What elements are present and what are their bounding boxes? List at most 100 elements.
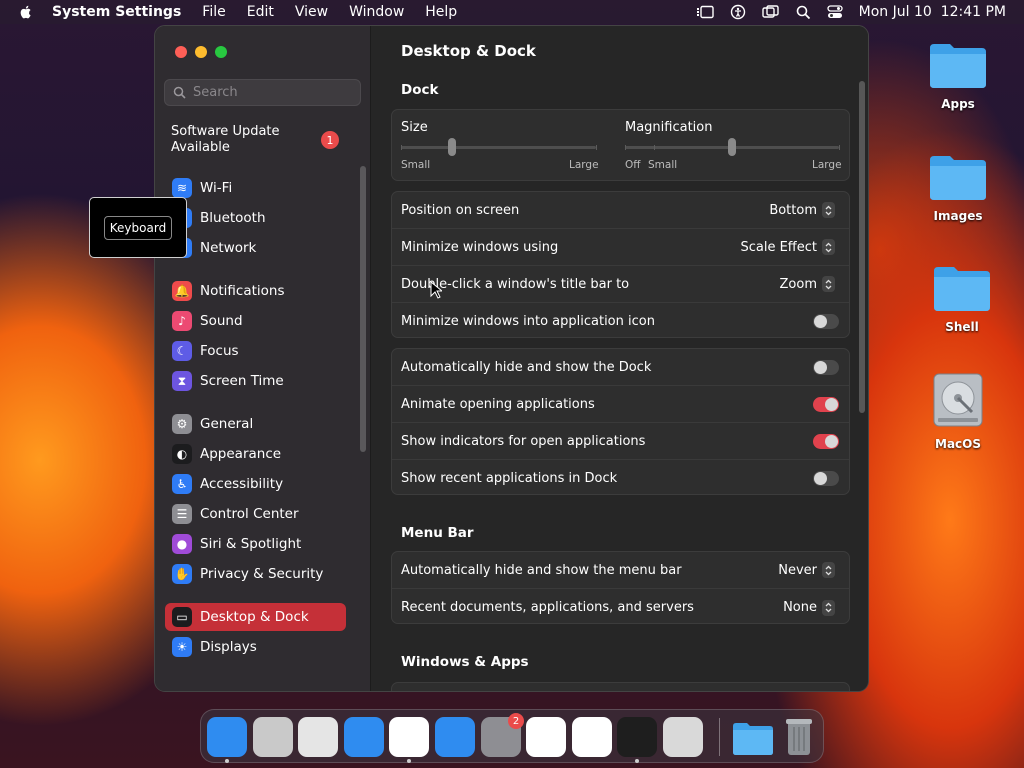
- toggle-switch[interactable]: [813, 314, 839, 329]
- dock-app-terminal-icon[interactable]: [617, 717, 657, 757]
- dock-app-chrome-icon[interactable]: [389, 717, 429, 757]
- sidebar-item-general[interactable]: ⚙ General: [165, 410, 346, 438]
- sidebar-item-accessibility[interactable]: ♿ Accessibility: [165, 470, 346, 498]
- chevron-up-down-icon: [822, 202, 835, 218]
- desktop-item-label: MacOS: [935, 437, 981, 451]
- row-label: Minimize windows using: [401, 239, 559, 255]
- apple-icon[interactable]: [18, 4, 34, 20]
- sidebar-item-label: Notifications: [200, 283, 285, 299]
- dock-app-app-store-icon[interactable]: [435, 717, 475, 757]
- menu-bar: System Settings File Edit View Window He…: [0, 0, 1024, 24]
- sidebar-item-bluetooth[interactable]: ᛒBluetooth: [165, 204, 346, 232]
- row-minimize-windows-using: Minimize windows using Scale Effect: [392, 229, 849, 266]
- popup-value: Zoom: [779, 276, 817, 292]
- appearance-icon: ◐: [172, 444, 192, 464]
- dock-separator: [719, 718, 720, 756]
- dock-trash-icon[interactable]: [784, 717, 814, 757]
- close-button[interactable]: [175, 46, 187, 58]
- sidebar-item-label: General: [200, 416, 254, 432]
- dock-app-preview-icon[interactable]: [253, 717, 293, 757]
- moon-icon: ☾: [172, 341, 192, 361]
- toggle-switch[interactable]: [813, 433, 839, 449]
- popup-button[interactable]: Zoom: [780, 276, 835, 292]
- software-update-item[interactable]: Software Update Available: [171, 124, 311, 156]
- size-slider[interactable]: [401, 146, 596, 149]
- popup-button[interactable]: Never: [778, 562, 835, 578]
- desktop-item-macos[interactable]: MacOS: [918, 370, 998, 451]
- dock-size-card: Size Small Large Magnification Off Small…: [391, 109, 850, 181]
- running-indicator: [407, 759, 411, 763]
- row-label: Position on screen: [401, 202, 520, 218]
- sidebar-item-siri-spotlight[interactable]: ● Siri & Spotlight: [165, 530, 346, 558]
- search-input[interactable]: Search: [164, 79, 361, 106]
- sidebar-item-label: Appearance: [200, 446, 282, 462]
- magnification-slider-knob[interactable]: [727, 138, 736, 156]
- menu-clock[interactable]: Mon Jul 10 12:41 PM: [859, 4, 1006, 20]
- dock-app-visual-studio-icon[interactable]: [526, 717, 566, 757]
- sun-icon: ☀: [172, 637, 192, 657]
- minimize-button[interactable]: [195, 46, 207, 58]
- dock-app-finder-icon[interactable]: [207, 717, 247, 757]
- menu-help[interactable]: Help: [425, 4, 457, 20]
- toggle-switch[interactable]: [813, 396, 839, 412]
- control-center-icon[interactable]: [827, 5, 843, 19]
- dock-app-launchpad-icon[interactable]: [663, 717, 703, 757]
- dock-downloads-folder-icon[interactable]: [732, 720, 774, 756]
- sidebar-item-label: Wi-Fi: [200, 180, 233, 196]
- zoom-button[interactable]: [215, 46, 227, 58]
- dock-app-vscode-icon[interactable]: [572, 717, 612, 757]
- menu-file[interactable]: File: [202, 4, 225, 20]
- menu-window[interactable]: Window: [349, 4, 404, 20]
- sidebar-item-notifications[interactable]: 🔔 Notifications: [165, 277, 346, 305]
- popup-button[interactable]: Scale Effect: [740, 239, 835, 255]
- sidebar-item-wi-fi[interactable]: ≋ Wi-Fi: [165, 174, 346, 202]
- content-scrollbar[interactable]: [859, 81, 865, 413]
- popup-button[interactable]: None: [783, 599, 835, 616]
- dock-options-card: Position on screen Bottom Minimize windows…: [391, 191, 850, 338]
- desktop-item-shell[interactable]: Shell: [922, 263, 1002, 334]
- sidebar-item-desktop-dock[interactable]: ▭ Desktop & Dock: [165, 603, 346, 631]
- search-icon[interactable]: [796, 5, 811, 20]
- accessibility-icon[interactable]: [730, 4, 746, 20]
- sidebar-item-screen-time[interactable]: ⧗ Screen Time: [165, 367, 346, 395]
- speaker-icon: ♪: [172, 311, 192, 331]
- row-label: Animate opening applications: [401, 396, 595, 412]
- sidebar-item-control-center[interactable]: ☰ Control Center: [165, 500, 346, 528]
- menu-edit[interactable]: Edit: [247, 4, 274, 20]
- desktop-item-apps[interactable]: Apps: [918, 40, 998, 111]
- row-animate-opening-applications: Animate opening applications: [392, 386, 849, 423]
- size-min-label: Small: [401, 159, 431, 171]
- popup-button[interactable]: Bottom: [769, 202, 835, 218]
- accessibility-icon: ♿: [172, 474, 192, 494]
- dock-app-safari-icon[interactable]: [344, 717, 384, 757]
- sidebar-item-appearance[interactable]: ◐ Appearance: [165, 440, 346, 468]
- section-dock: Dock: [401, 82, 439, 98]
- dock-app-brackets-icon[interactable]: [298, 717, 338, 757]
- screen-mirroring-icon[interactable]: [761, 5, 780, 19]
- toggle-switch[interactable]: [813, 359, 839, 375]
- row-label: Automatically hide and show the Dock: [401, 359, 652, 375]
- sidebar-item-label: Siri & Spotlight: [200, 536, 302, 552]
- folder-icon: [930, 44, 986, 88]
- bell-icon: 🔔: [172, 281, 192, 301]
- sidebar-item-network[interactable]: ◍Network: [165, 234, 346, 262]
- size-slider-knob[interactable]: [447, 138, 456, 156]
- control-center-icon: ☰: [172, 504, 192, 524]
- windows-apps-card: [391, 682, 850, 691]
- menu-bar-options-card: Automatically hide and show the menu bar…: [391, 551, 850, 624]
- sidebar-item-displays[interactable]: ☀ Displays: [165, 633, 346, 661]
- sidebar-item-sound[interactable]: ♪ Sound: [165, 307, 346, 335]
- keyboard-tooltip: Keyboard: [89, 197, 187, 258]
- hard-drive-icon: [933, 373, 983, 427]
- toggle-switch[interactable]: [813, 471, 839, 486]
- menu-view[interactable]: View: [295, 4, 328, 20]
- stage-manager-icon[interactable]: [696, 5, 714, 19]
- sidebar-scrollbar[interactable]: [360, 166, 366, 452]
- sidebar-item-privacy-security[interactable]: ✋ Privacy & Security: [165, 560, 346, 588]
- menu-app-name[interactable]: System Settings: [52, 4, 181, 20]
- row-label: Show indicators for open applications: [401, 433, 646, 449]
- desktop-item-images[interactable]: Images: [918, 152, 998, 223]
- sidebar-item-focus[interactable]: ☾ Focus: [165, 337, 346, 365]
- desktop-item-label: Images: [933, 209, 983, 223]
- desktop-item-label: Apps: [941, 97, 975, 111]
